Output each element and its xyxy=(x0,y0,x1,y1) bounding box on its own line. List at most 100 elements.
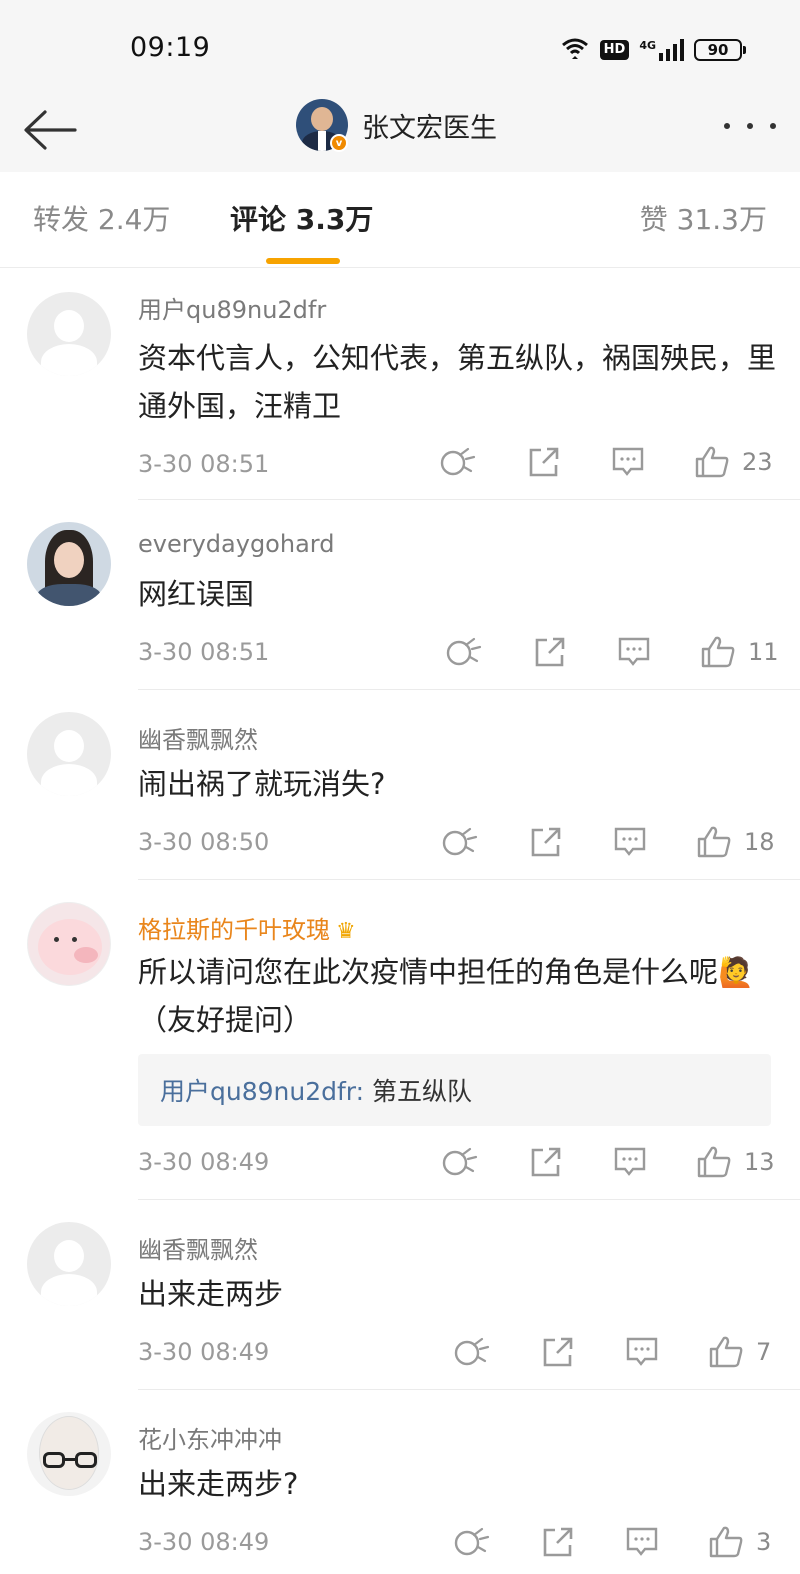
comment-time: 3-30 08:51 xyxy=(138,450,270,478)
profile-header[interactable]: 张文宏医生 xyxy=(296,99,497,151)
comment-text: 资本代言人，公知代表，第五纵队，祸国殃民，里通外国，汪精卫 xyxy=(138,341,777,423)
tab-reposts[interactable]: 转发 2.4万 xyxy=(33,198,170,238)
comment-time: 3-30 08:51 xyxy=(138,638,270,666)
like-count: 13 xyxy=(744,1148,775,1176)
status-bar: 09:19 HD 4G 90 xyxy=(0,0,800,96)
quoted-reply[interactable]: 用户qu89nu2dfr: 第五纵队 xyxy=(138,1054,771,1126)
comment-username[interactable]: 幽香飘飘然 xyxy=(138,720,258,755)
reaction-icon xyxy=(442,827,478,856)
comment-actions: 13 xyxy=(440,1142,778,1182)
comment-time: 3-30 08:50 xyxy=(138,828,270,856)
more-dot-icon xyxy=(770,123,776,129)
comment-text: 出来走两步? xyxy=(138,1467,299,1501)
share-reaction-button[interactable] xyxy=(438,442,478,482)
reply-text: 第五纵队 xyxy=(364,1077,473,1106)
comment-username[interactable]: 花小东冲冲冲 xyxy=(138,1420,282,1455)
forward-icon xyxy=(529,447,559,477)
like-count: 11 xyxy=(748,638,779,666)
status-icons: HD 4G 90 xyxy=(560,36,746,64)
like-button[interactable] xyxy=(706,1332,746,1372)
thumbs-up-icon xyxy=(709,1526,743,1558)
comment-time: 3-30 08:49 xyxy=(138,1148,270,1176)
comment-item: 幽香飘飘然 出来走两步 3-30 08:49 7 xyxy=(0,1200,800,1390)
crown-icon: ♛ xyxy=(336,919,356,944)
thumbs-up-icon xyxy=(697,826,731,858)
hd-badge: HD xyxy=(599,40,630,60)
verified-badge-icon: v xyxy=(330,134,348,152)
page-title[interactable]: 张文宏医生 xyxy=(362,106,497,145)
more-dot-icon xyxy=(724,123,730,129)
forward-button[interactable] xyxy=(524,442,564,482)
tab-comments[interactable]: 评论 3.3万 xyxy=(230,198,373,238)
tab-likes[interactable]: 赞 31.3万 xyxy=(640,198,767,238)
comment-actions: 23 xyxy=(438,442,778,482)
forward-icon xyxy=(543,1337,573,1367)
reply-button[interactable] xyxy=(610,1142,650,1182)
comment-icon xyxy=(612,447,644,476)
back-button[interactable] xyxy=(22,102,78,158)
reaction-icon xyxy=(454,1337,490,1366)
comment-item: 格拉斯的千叶玫瑰 ♛ 所以请问您在此次疫情中担任的角色是什么呢🙋（友好提问） 用户… xyxy=(0,880,800,1200)
comment-text: 出来走两步 xyxy=(138,1277,284,1311)
reply-button[interactable] xyxy=(622,1522,662,1562)
forward-button[interactable] xyxy=(538,1522,578,1562)
reply-username[interactable]: 用户qu89nu2dfr: xyxy=(160,1077,364,1106)
comment-item: everydaygohard 网红误国 3-30 08:51 11 xyxy=(0,500,800,690)
share-reaction-button[interactable] xyxy=(444,632,484,672)
battery-level: 90 xyxy=(707,41,729,59)
avatar[interactable] xyxy=(27,902,111,986)
reply-button[interactable] xyxy=(622,1332,662,1372)
avatar[interactable] xyxy=(27,292,111,376)
more-options-button[interactable] xyxy=(724,114,776,138)
wifi-icon xyxy=(560,36,590,64)
comment-text: 闹出祸了就玩消失? xyxy=(138,767,386,801)
comment-icon xyxy=(614,1147,646,1176)
thumbs-up-icon xyxy=(697,1146,731,1178)
reaction-icon xyxy=(446,637,482,666)
comment-username[interactable]: everydaygohard xyxy=(138,530,334,558)
back-arrow-icon xyxy=(24,110,77,150)
like-button[interactable] xyxy=(692,442,732,482)
forward-button[interactable] xyxy=(538,1332,578,1372)
share-reaction-button[interactable] xyxy=(452,1522,492,1562)
avatar[interactable] xyxy=(27,522,111,606)
like-count: 3 xyxy=(756,1528,772,1556)
comment-icon xyxy=(626,1337,658,1366)
avatar[interactable] xyxy=(27,712,111,796)
avatar[interactable] xyxy=(27,1412,111,1496)
forward-button[interactable] xyxy=(530,632,570,672)
comment-actions: 18 xyxy=(440,822,778,862)
forward-icon xyxy=(531,1147,561,1177)
reply-button[interactable] xyxy=(608,442,648,482)
nav-bar: 张文宏医生 v xyxy=(0,96,800,172)
reply-button[interactable] xyxy=(614,632,654,672)
share-reaction-button[interactable] xyxy=(440,1142,480,1182)
share-reaction-button[interactable] xyxy=(440,822,480,862)
avatar[interactable] xyxy=(27,1222,111,1306)
comment-username[interactable]: 格拉斯的千叶玫瑰 ♛ xyxy=(138,910,356,945)
comment-username[interactable]: 用户qu89nu2dfr xyxy=(138,290,326,325)
share-reaction-button[interactable] xyxy=(452,1332,492,1372)
tab-bar: 转发 2.4万 评论 3.3万 赞 31.3万 xyxy=(0,172,800,268)
like-count: 18 xyxy=(744,828,775,856)
network-type: 4G xyxy=(639,39,656,52)
comment-time: 3-30 08:49 xyxy=(138,1528,270,1556)
like-count: 7 xyxy=(756,1338,772,1366)
like-button[interactable] xyxy=(706,1522,746,1562)
thumbs-up-icon xyxy=(701,636,735,668)
forward-button[interactable] xyxy=(526,1142,566,1182)
comment-item: 幽香飘飘然 闹出祸了就玩消失? 3-30 08:50 18 xyxy=(0,690,800,880)
comment-actions: 11 xyxy=(444,632,779,672)
comment-actions: 3 xyxy=(452,1522,778,1562)
like-button[interactable] xyxy=(694,1142,734,1182)
comment-time: 3-30 08:49 xyxy=(138,1338,270,1366)
forward-icon xyxy=(531,827,561,857)
comment-username[interactable]: 幽香飘飘然 xyxy=(138,1230,258,1265)
like-button[interactable] xyxy=(698,632,738,672)
like-button[interactable] xyxy=(694,822,734,862)
comment-username-text: 格拉斯的千叶玫瑰 xyxy=(138,916,330,944)
reply-button[interactable] xyxy=(610,822,650,862)
forward-button[interactable] xyxy=(526,822,566,862)
comment-text: 所以请问您在此次疫情中担任的角色是什么呢🙋（友好提问） xyxy=(138,955,755,1037)
thumbs-up-icon xyxy=(709,1336,743,1368)
